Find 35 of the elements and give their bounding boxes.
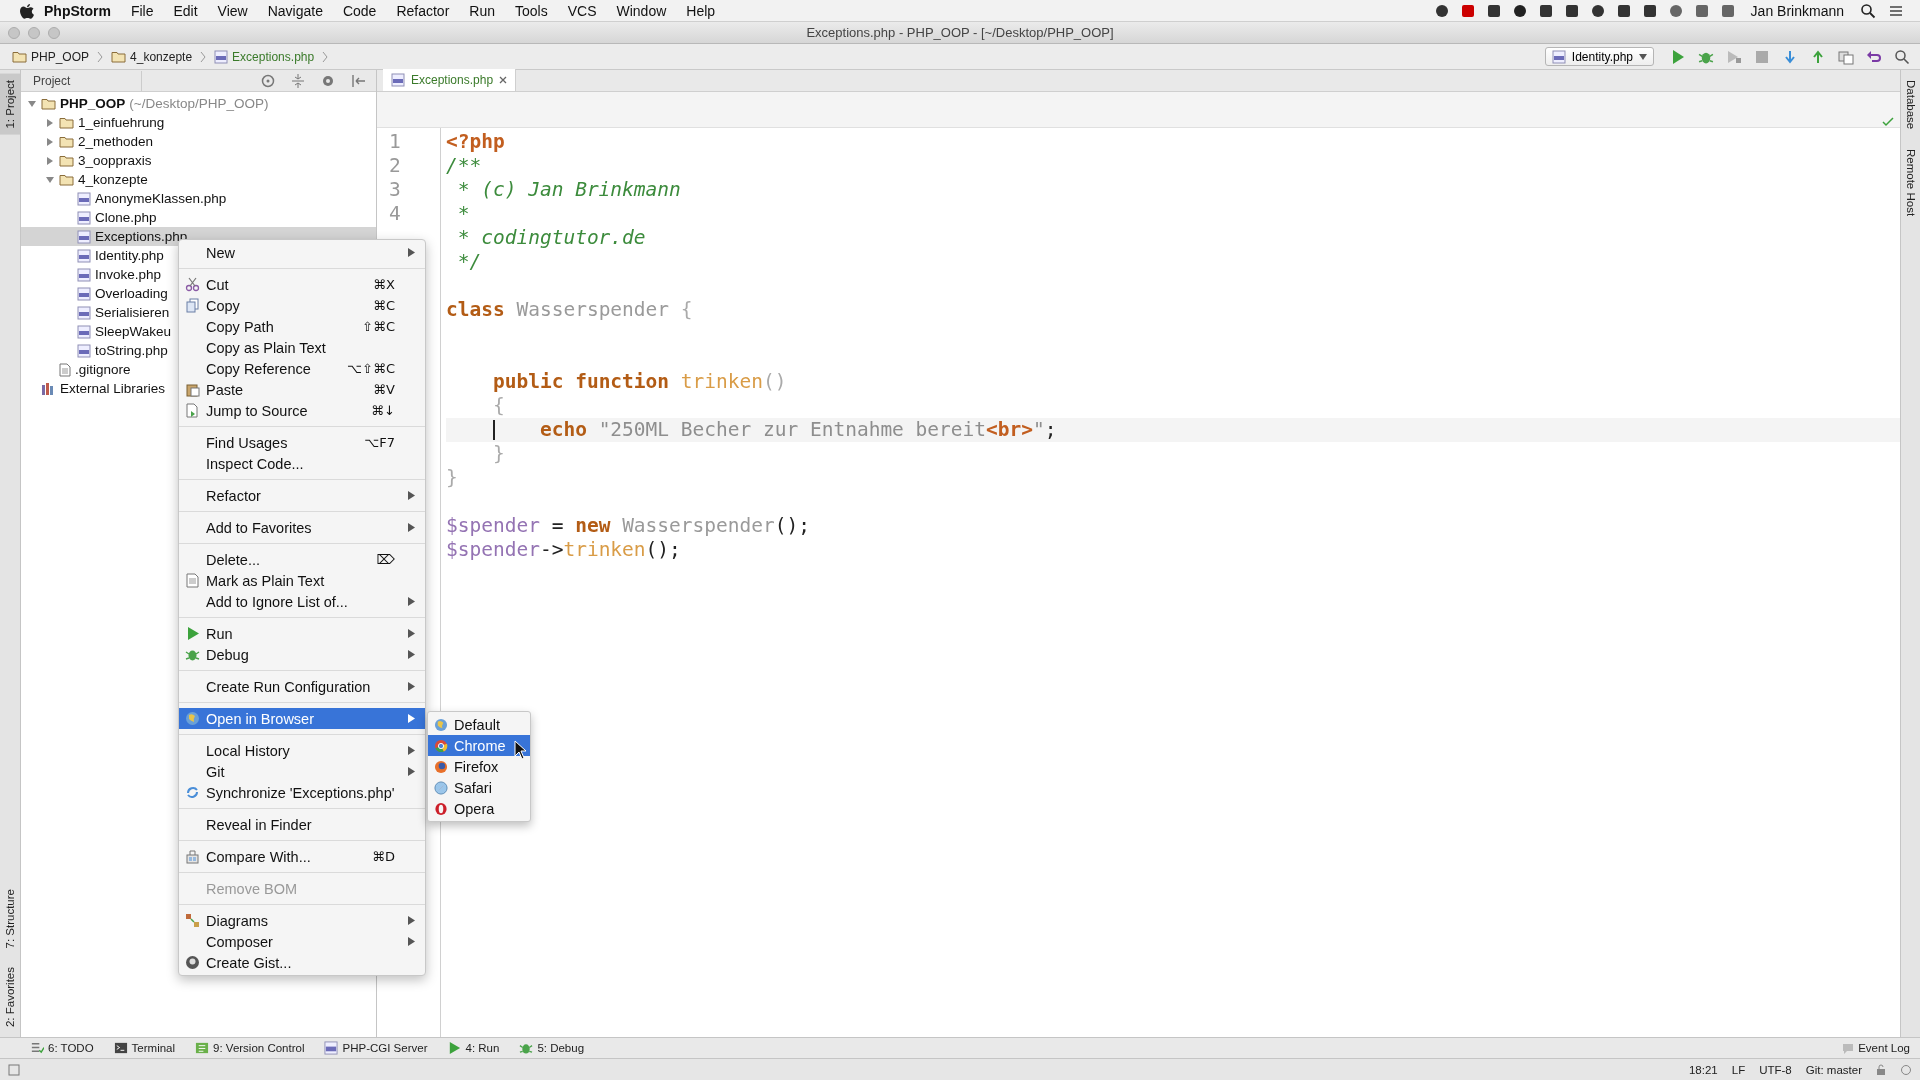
tree-item-label: Exceptions.php (95, 229, 188, 244)
code-line: class Wasserspender { (446, 298, 694, 322)
tree-item-label: External Libraries (60, 381, 166, 396)
project-path: (~/Desktop/PHP_OOP) (129, 96, 269, 111)
code-line: * (c) Jan Brinkmann (456, 178, 682, 202)
tree-item-label: 2_methoden (78, 134, 154, 149)
code-line: /** (446, 154, 483, 178)
line-number: 1 (389, 130, 401, 154)
tree-item-label: 4_konzepte (78, 172, 148, 187)
code-line: } (446, 466, 459, 490)
tree-item-label: PHP_OOP (60, 96, 126, 111)
tree-item-label: .gitignore (75, 362, 131, 377)
code-line: * (456, 202, 471, 226)
tree-item-label: Invoke.php (95, 267, 162, 282)
tree-item-label: Clone.php (95, 210, 157, 225)
tree-item-label: toString.php (95, 343, 168, 358)
code-line: } (491, 442, 506, 466)
line-number: 3 (389, 178, 401, 202)
tree-item-label: Identity.php (95, 248, 164, 263)
code-line: <?php (446, 130, 506, 154)
window-title: Exceptions.php - PHP_OOP - [~/Desktop/PHP_OOP] (805, 25, 1115, 40)
line-number: 2 (389, 154, 401, 178)
tree-item-label: AnonymeKlassen.php (95, 191, 227, 206)
tree-item-label: Overloading (95, 286, 168, 301)
code-line: $spender = new Wasserspender(); (446, 514, 811, 538)
code-line: $spender->trinken(); (446, 538, 682, 562)
code-line: */ (456, 250, 483, 274)
line-number: 4 (389, 202, 401, 226)
code-line: * codingtutor.de (456, 226, 647, 250)
tree-item-label: 3_ooppraxis (78, 153, 152, 168)
code-line: { (491, 394, 506, 418)
tree-item-label: Serialisieren (95, 305, 170, 320)
tree-item-label: 1_einfuehrung (78, 115, 165, 130)
code-line: public function trinken() (491, 370, 788, 394)
tree-item-label: SleepWakeu (95, 324, 172, 339)
